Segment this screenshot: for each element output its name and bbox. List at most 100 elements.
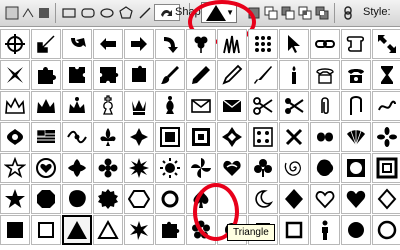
ellipse-tool-button[interactable] [98,4,116,21]
shape-picker-dropdown[interactable]: ▼ [201,2,237,23]
shape-cell-square-outline[interactable] [31,215,61,245]
shape-cell-frame-4[interactable] [372,153,400,183]
shape-cell-crown-3[interactable] [62,91,92,121]
shape-cell-moon[interactable] [248,184,278,214]
shape-cell-grass[interactable] [217,29,247,59]
shape-cell-heart-circle[interactable] [31,153,61,183]
shape-cell-square[interactable] [0,215,30,245]
shape-cell-seal[interactable] [93,184,123,214]
exclude-overlap-button[interactable] [313,4,331,21]
shape-cell-paperclip[interactable] [310,91,340,121]
shape-cell-flag[interactable] [31,122,61,152]
shape-cell-chess-king[interactable] [93,91,123,121]
shape-cell-heart-wave[interactable] [217,153,247,183]
shape-cell-square-outline-2[interactable] [279,215,309,245]
shape-cell-pencil[interactable] [186,60,216,90]
shape-cell-chess-bishop[interactable] [155,91,185,121]
polygon-tool-button[interactable] [117,4,135,21]
shape-cell-ink-blot[interactable] [310,153,340,183]
shape-cell-cursor-arrow[interactable] [279,29,309,59]
shape-cell-sun[interactable] [155,153,185,183]
link-layer-style-button[interactable] [339,4,357,21]
shape-cell-triangle[interactable] [62,215,92,245]
line-tool-button[interactable] [136,4,154,21]
shape-cell-arrow-left-curly[interactable] [93,29,123,59]
shape-cell-circle[interactable] [341,215,371,245]
intersect-shape-button[interactable] [296,4,314,21]
shape-cell-star[interactable] [0,184,30,214]
shape-cell-puzzle-4[interactable] [124,60,154,90]
shape-cell-splat[interactable] [124,215,154,245]
shape-cell-clip[interactable] [341,91,371,121]
shape-cell-pen[interactable] [217,60,247,90]
shape-cell-leaf-clover[interactable] [186,29,216,59]
shape-cell-envelope[interactable] [217,91,247,121]
shape-cell-frame[interactable] [155,122,185,152]
subtract-from-shape-button[interactable] [279,4,297,21]
shape-cell-diamond-outline[interactable] [372,184,400,214]
shape-cell-arrows-corner[interactable] [372,29,400,59]
add-to-shape-button[interactable] [262,4,280,21]
shape-cell-flower[interactable] [93,153,123,183]
shape-cell-starburst[interactable] [124,153,154,183]
shape-cell-telephone[interactable] [341,60,371,90]
shape-cell-octagon[interactable] [31,184,61,214]
shape-cell-dots[interactable] [248,29,278,59]
shape-cell-chess-queen[interactable] [124,91,154,121]
shape-cell-flower-2[interactable] [372,122,400,152]
shape-cell-pinwheel[interactable] [186,153,216,183]
shape-cell-hook-arrow[interactable] [62,29,92,59]
shape-cell-frame-2[interactable] [186,122,216,152]
shape-cell-spade[interactable] [186,184,216,214]
shape-cell-puzzle-5[interactable] [155,215,185,245]
shape-cell-brush[interactable] [155,60,185,90]
shape-cell-ribbon[interactable] [279,122,309,152]
shape-cell-club[interactable] [248,153,278,183]
shape-cell-circle-outline[interactable] [372,215,400,245]
shape-cell-candle[interactable] [279,60,309,90]
new-shape-layer-button[interactable] [245,4,263,21]
shape-cell-fan[interactable] [341,122,371,152]
shape-cell-diamond-ornament[interactable] [217,122,247,152]
shape-cell-heart-outline[interactable] [310,184,340,214]
shape-cell-hourglass[interactable] [372,60,400,90]
shape-cell-puzzle-1[interactable] [31,60,61,90]
shape-cell-ring[interactable] [155,184,185,214]
rounded-rectangle-tool-button[interactable] [79,4,97,21]
shape-cell-envelope-outline[interactable] [186,91,216,121]
shape-cell-frame-3[interactable] [341,153,371,183]
shape-cell-diamond[interactable] [279,184,309,214]
shape-cell-ornament-1[interactable] [0,122,30,152]
shape-cell-ornament-3[interactable] [124,122,154,152]
shape-cell-scissors[interactable] [248,91,278,121]
shape-cell-blob[interactable] [62,184,92,214]
shape-cell-ornament-5[interactable] [62,153,92,183]
shape-cell-ornament-2[interactable] [62,122,92,152]
shape-cell-heart[interactable] [341,184,371,214]
shape-cell-link[interactable] [310,29,340,59]
shape-cell-scroll[interactable] [341,29,371,59]
shape-cell-rope[interactable] [372,91,400,121]
rectangle-tool-button[interactable] [60,4,78,21]
shape-cell-puzzle-3[interactable] [93,60,123,90]
shape-cell-ornament-4[interactable] [310,122,340,152]
shape-cell-person[interactable] [310,215,340,245]
shape-cell-arrow-right-thick[interactable] [124,29,154,59]
shape-cell-dots-square[interactable] [248,122,278,152]
shape-cell-spiral[interactable] [279,153,309,183]
shape-cell-arrow-down-curved[interactable] [155,29,185,59]
shape-cell-triangle-outline[interactable] [93,215,123,245]
shape-cell-scissors-2[interactable] [279,91,309,121]
shape-cell-crosshair[interactable] [0,29,30,59]
shape-cell-crown-2[interactable] [31,91,61,121]
fill-pixels-button[interactable] [35,4,53,21]
shape-cell-arrow-sw[interactable] [31,29,61,59]
shape-cell-hexagon[interactable] [124,184,154,214]
shape-cell-fleur-de-lis[interactable] [93,122,123,152]
shape-cell-crown-1[interactable] [0,91,30,121]
shape-cell-puzzle-2[interactable] [62,60,92,90]
shape-cell-telephone-outline[interactable] [310,60,340,90]
shape-cell-knife[interactable] [248,60,278,90]
shape-cell-flower-3[interactable] [186,215,216,245]
shape-cell-star-outline[interactable] [0,153,30,183]
